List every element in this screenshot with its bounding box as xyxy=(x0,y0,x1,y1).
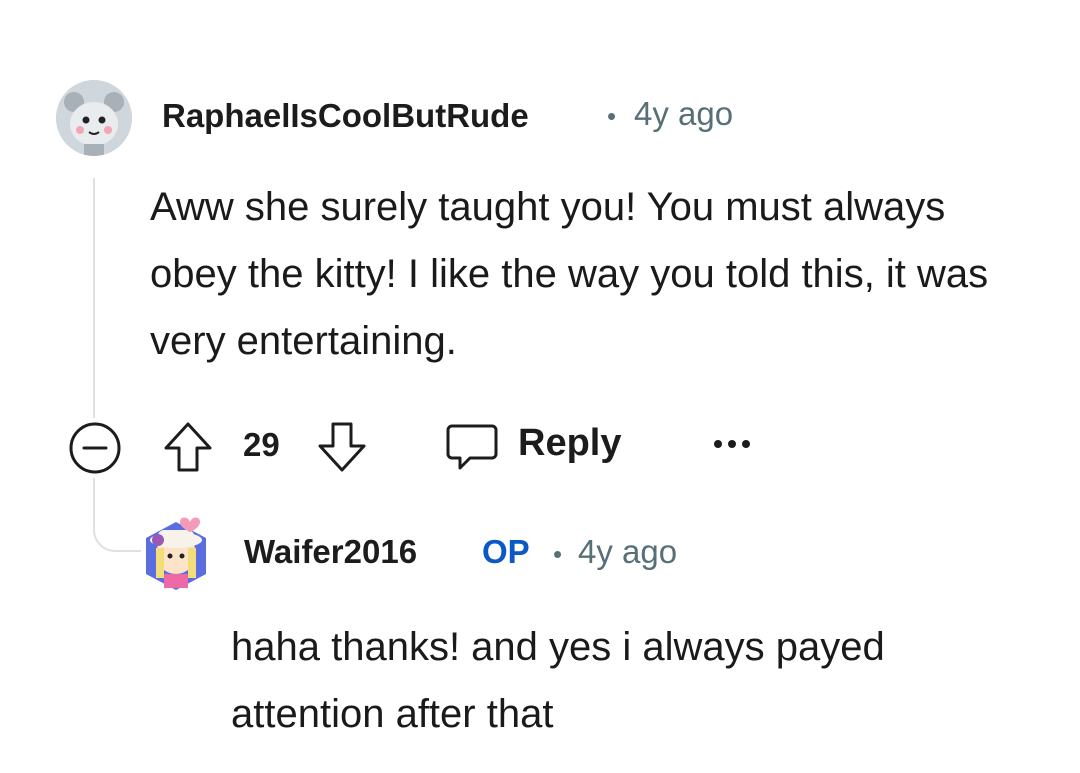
downvote-button[interactable] xyxy=(316,420,368,474)
reply-connector-line xyxy=(93,478,141,552)
comment-timestamp[interactable]: 4y ago xyxy=(578,533,677,571)
reply-button[interactable]: Reply xyxy=(444,418,634,474)
comment-body: Aww she surely taught you! You must alwa… xyxy=(150,185,989,363)
op-badge: OP xyxy=(482,533,530,570)
comment-username[interactable]: RaphaelIsCoolButRude xyxy=(162,97,529,135)
upvote-button[interactable] xyxy=(162,420,214,474)
vote-score: 29 xyxy=(243,426,280,463)
comment-username[interactable]: Waifer2016 xyxy=(244,533,417,571)
arrow-up-icon xyxy=(164,422,212,472)
thread-line xyxy=(93,178,95,418)
ellipsis-icon xyxy=(714,440,750,448)
collapse-minus-icon[interactable] xyxy=(68,421,122,475)
meta-separator: • xyxy=(553,539,563,569)
snoo-avatar-icon xyxy=(56,80,132,156)
arrow-down-icon xyxy=(318,422,366,472)
comment-body: haha thanks! and yes i always payed atte… xyxy=(231,625,885,736)
avatar[interactable] xyxy=(56,80,132,156)
meta-separator: • xyxy=(607,101,617,131)
more-options-button[interactable] xyxy=(712,432,752,456)
custom-avatar-icon xyxy=(146,517,206,590)
reply-label: Reply xyxy=(518,422,622,464)
comment-timestamp[interactable]: 4y ago xyxy=(634,95,733,133)
avatar[interactable] xyxy=(140,510,212,594)
speech-bubble-icon xyxy=(446,424,498,470)
